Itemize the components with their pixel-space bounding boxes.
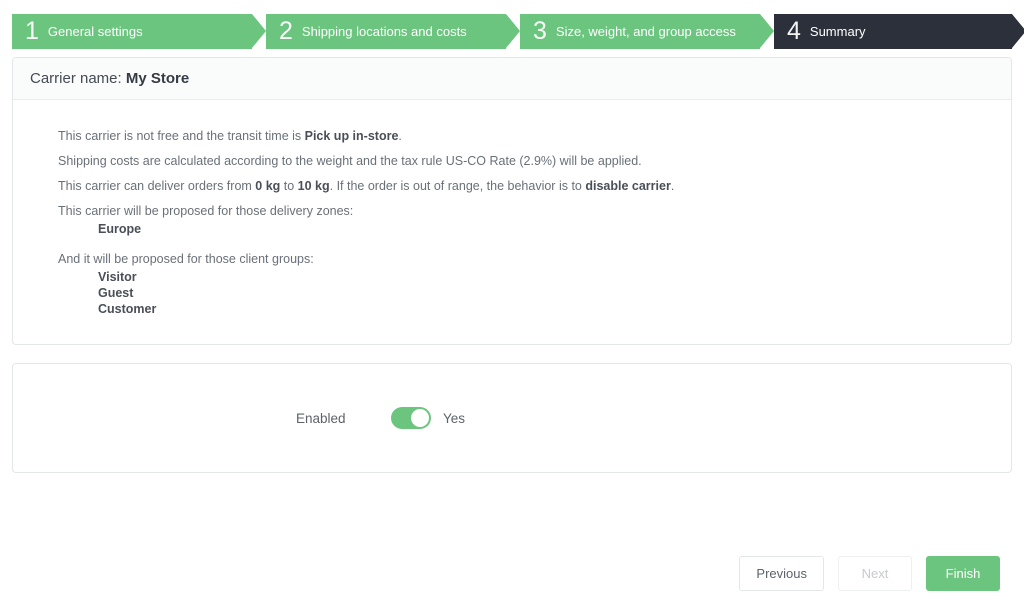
step-label: Shipping locations and costs bbox=[301, 24, 467, 39]
weight-min-value: 0 kg bbox=[255, 179, 281, 193]
wizard-footer: Previous Next Finish bbox=[739, 556, 1000, 591]
out-of-range-behavior-value: disable carrier bbox=[585, 179, 671, 193]
step-label: Summary bbox=[809, 24, 866, 39]
enabled-toggle[interactable] bbox=[391, 407, 431, 429]
summary-line-zones-intro: This carrier will be proposed for those … bbox=[58, 204, 354, 218]
delivery-zone-item: Europe bbox=[98, 222, 142, 236]
weight-text-3: . If the order is out of range, the beha… bbox=[329, 179, 586, 193]
enabled-row: Enabled Yes bbox=[13, 364, 1011, 472]
weight-text-4: . bbox=[670, 179, 675, 193]
summary-line-transit-time: This carrier is not free and the transit… bbox=[58, 128, 1011, 145]
summary-line-weight-range: This carrier can deliver orders from 0 k… bbox=[58, 178, 1011, 195]
summary-panel-header: Carrier name: My Store bbox=[13, 58, 1011, 100]
shipping-costs-text: Shipping costs are calculated according … bbox=[58, 154, 642, 168]
wizard-step-general-settings[interactable]: 1 General settings bbox=[12, 14, 266, 49]
carrier-name-prefix: Carrier name: bbox=[30, 70, 122, 87]
toggle-knob bbox=[411, 409, 429, 427]
enabled-panel: Enabled Yes bbox=[12, 363, 1012, 473]
step-label: General settings bbox=[47, 24, 143, 39]
summary-panel-body: This carrier is not free and the transit… bbox=[13, 100, 1011, 317]
transit-text-2: . bbox=[398, 129, 402, 143]
client-group-item: Visitor bbox=[98, 270, 137, 284]
step-number: 3 bbox=[533, 17, 547, 45]
client-group-item: Guest bbox=[98, 286, 134, 300]
enabled-label: Enabled bbox=[296, 410, 346, 426]
summary-line-shipping-costs: Shipping costs are calculated according … bbox=[58, 153, 1011, 170]
summary-panel: Carrier name: My Store This carrier is n… bbox=[12, 57, 1012, 345]
finish-button[interactable]: Finish bbox=[926, 556, 1000, 591]
weight-max-value: 10 kg bbox=[297, 179, 330, 193]
previous-button[interactable]: Previous bbox=[739, 556, 824, 591]
weight-text-2: to bbox=[280, 179, 298, 193]
wizard-step-size-weight-group-access[interactable]: 3 Size, weight, and group access bbox=[520, 14, 774, 49]
wizard-steps: 1 General settings 2 Shipping locations … bbox=[12, 14, 1024, 49]
transit-text-1: This carrier is not free and the transit… bbox=[58, 129, 305, 143]
step-number: 4 bbox=[787, 17, 801, 45]
step-number: 1 bbox=[25, 17, 39, 45]
page-title: Carrier name: My Store bbox=[30, 70, 189, 87]
summary-line-groups-intro: And it will be proposed for those client… bbox=[58, 252, 314, 266]
client-group-item: Customer bbox=[98, 302, 157, 316]
enabled-value-text: Yes bbox=[443, 410, 466, 426]
step-label: Size, weight, and group access bbox=[555, 24, 736, 39]
wizard-step-summary[interactable]: 4 Summary bbox=[774, 14, 1024, 49]
weight-text-1: This carrier can deliver orders from bbox=[58, 179, 256, 193]
step-number: 2 bbox=[279, 17, 293, 45]
transit-time-value: Pick up in-store bbox=[304, 129, 399, 143]
wizard-step-shipping-locations-and-costs[interactable]: 2 Shipping locations and costs bbox=[266, 14, 520, 49]
carrier-name-value: My Store bbox=[125, 70, 190, 87]
next-button: Next bbox=[838, 556, 912, 591]
